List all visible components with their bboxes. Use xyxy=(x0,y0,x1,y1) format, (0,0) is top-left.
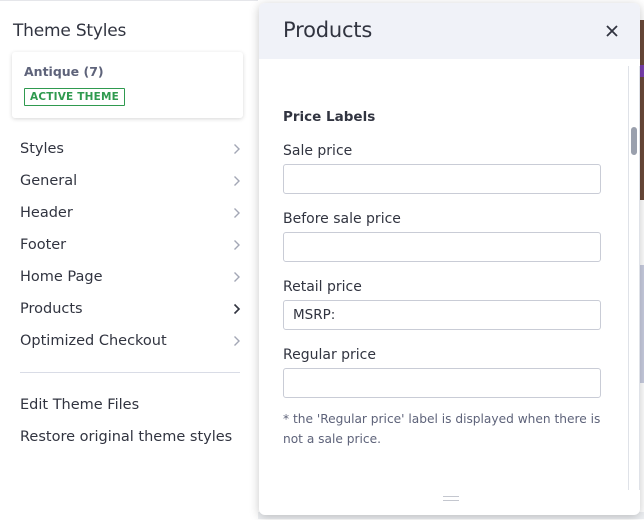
chevron-right-icon xyxy=(232,261,242,293)
menu-item-label: Optimized Checkout xyxy=(20,333,167,349)
active-theme-card: Antique (7) ACTIVE THEME xyxy=(12,52,243,118)
menu-item-products[interactable]: Products xyxy=(0,293,258,325)
modal-title: Products xyxy=(283,18,373,42)
restore-theme-styles-link[interactable]: Restore original theme styles xyxy=(0,421,258,453)
sale-price-input[interactable] xyxy=(283,164,601,194)
theme-styles-menu: Styles General Header Footer Home Page P… xyxy=(0,133,258,357)
menu-item-label: Header xyxy=(20,205,73,221)
theme-styles-sidebar: Theme Styles Antique (7) ACTIVE THEME St… xyxy=(0,0,258,520)
regular-price-label: Regular price xyxy=(283,347,376,363)
retail-price-label: Retail price xyxy=(283,279,362,295)
background-page-block xyxy=(640,265,644,383)
menu-item-label: Products xyxy=(20,301,83,317)
menu-item-label: Footer xyxy=(20,237,67,253)
menu-item-footer[interactable]: Footer xyxy=(0,229,258,261)
sidebar-title: Theme Styles xyxy=(13,21,127,41)
theme-utilities: Edit Theme Files Restore original theme … xyxy=(0,389,258,453)
background-page-accent xyxy=(640,65,644,77)
theme-name: Antique (7) xyxy=(24,64,104,79)
chevron-right-icon xyxy=(232,133,242,165)
menu-item-label: Home Page xyxy=(20,269,103,285)
before-sale-price-input[interactable] xyxy=(283,232,601,262)
edit-theme-files-link[interactable]: Edit Theme Files xyxy=(0,389,258,421)
menu-item-label: General xyxy=(20,173,78,189)
chevron-right-icon xyxy=(232,197,242,229)
menu-item-header[interactable]: Header xyxy=(0,197,258,229)
regular-price-help-text: * the 'Regular price' label is displayed… xyxy=(283,412,601,446)
background-page-image xyxy=(640,20,644,200)
page-scrollbar-track[interactable] xyxy=(628,66,640,490)
menu-item-optimized-checkout[interactable]: Optimized Checkout xyxy=(0,325,258,357)
close-button[interactable] xyxy=(602,21,622,41)
products-settings-modal: Products Price Labels Sale price Before … xyxy=(259,3,640,515)
close-icon xyxy=(606,25,618,37)
menu-item-general[interactable]: General xyxy=(0,165,258,197)
modal-header: Products xyxy=(259,3,640,59)
chevron-right-icon xyxy=(232,165,242,197)
menu-item-label: Styles xyxy=(20,141,64,157)
menu-item-home-page[interactable]: Home Page xyxy=(0,261,258,293)
chevron-right-icon xyxy=(232,293,242,325)
regular-price-input[interactable] xyxy=(283,368,601,398)
menu-divider xyxy=(20,372,240,373)
price-labels-heading: Price Labels xyxy=(283,109,376,125)
resize-handle[interactable] xyxy=(443,496,459,504)
chevron-right-icon xyxy=(232,229,242,261)
before-sale-price-label: Before sale price xyxy=(283,211,401,227)
retail-price-input[interactable] xyxy=(283,300,601,330)
sale-price-label: Sale price xyxy=(283,143,353,159)
active-theme-badge: ACTIVE THEME xyxy=(24,88,125,106)
menu-item-styles[interactable]: Styles xyxy=(0,133,258,165)
modal-body: Price Labels Sale price Before sale pric… xyxy=(259,59,640,515)
chevron-right-icon xyxy=(232,325,242,357)
